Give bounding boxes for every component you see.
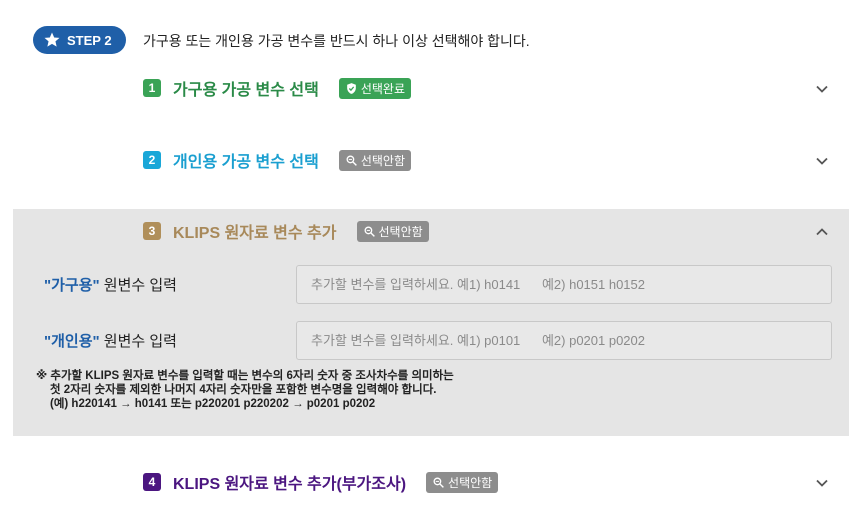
status-badge: 선택완료: [338, 77, 411, 99]
step-badge-label: STEP 2: [67, 32, 112, 48]
section-title: 개인용 가공 변수 선택: [173, 154, 319, 171]
status-badge-label: 선택안함: [378, 224, 423, 239]
section-title: KLIPS 원자료 변수 추가(부가조사): [173, 476, 407, 493]
input-guide-note: ※ 추가할 KLIPS 원자료 변수를 입력할 때는 변수의 6자리 숫자 중 …: [36, 369, 454, 411]
section-number: 4: [143, 473, 161, 491]
section-title: KLIPS 원자료 변수 추가: [173, 225, 337, 242]
step-badge: STEP 2: [33, 26, 126, 54]
chevron-down-icon[interactable]: [815, 154, 829, 168]
status-badge: 선택안함: [426, 471, 499, 493]
individual-variable-input[interactable]: [296, 321, 832, 360]
status-badge: 선택안함: [356, 220, 429, 242]
star-icon: [44, 32, 60, 47]
step-header: STEP 2: [33, 26, 126, 54]
search-icon: [364, 226, 375, 237]
search-icon: [433, 477, 444, 488]
status-badge-label: 선택완료: [360, 81, 405, 96]
chevron-down-icon[interactable]: [815, 476, 829, 490]
section-individual-derived[interactable]: 2 개인용 가공 변수 선택 선택안함: [13, 136, 849, 196]
individual-variable-label: "개인용" 원변수 입력: [44, 333, 177, 350]
section-klips-supplementary[interactable]: 4 KLIPS 원자료 변수 추가(부가조사) 선택안함: [13, 458, 849, 508]
section-number: 3: [143, 222, 161, 240]
chevron-down-icon[interactable]: [815, 82, 829, 96]
section-klips-raw-variables: 3 KLIPS 원자료 변수 추가 선택안함 "가구용" 원변수 입력 "개인용…: [13, 209, 849, 436]
section-number: 2: [143, 151, 161, 169]
household-variable-label: "가구용" 원변수 입력: [44, 277, 177, 294]
step-description: 가구용 또는 개인용 가공 변수를 반드시 하나 이상 선택해야 합니다.: [143, 33, 530, 49]
status-badge: 선택안함: [338, 149, 411, 171]
section-header[interactable]: 4 KLIPS 원자료 변수 추가(부가조사) 선택안함: [143, 470, 499, 494]
status-badge-label: 선택안함: [448, 475, 493, 490]
shield-check-icon: [346, 82, 356, 94]
search-icon: [346, 155, 357, 166]
note-line: ※ 추가할 KLIPS 원자료 변수를 입력할 때는 변수의 6자리 숫자 중 …: [36, 370, 454, 382]
note-line: 첫 2자리 숫자를 제외한 나머지 4자리 숫자만을 포함한 변수명을 입력해야…: [50, 384, 437, 396]
status-badge-label: 선택안함: [360, 153, 405, 168]
chevron-up-icon[interactable]: [815, 225, 829, 239]
section-header[interactable]: 3 KLIPS 원자료 변수 추가 선택안함: [143, 219, 429, 243]
section-household-derived[interactable]: 1 가구용 가공 변수 선택 선택완료: [13, 64, 849, 124]
section-header[interactable]: 1 가구용 가공 변수 선택 선택완료: [143, 76, 411, 100]
section-number: 1: [143, 79, 161, 97]
household-variable-input[interactable]: [296, 265, 832, 304]
section-title: 가구용 가공 변수 선택: [173, 82, 319, 99]
note-line: (예) h220141 → h0141 또는 p220201 p220202 →…: [50, 398, 376, 410]
section-header[interactable]: 2 개인용 가공 변수 선택 선택안함: [143, 148, 411, 172]
